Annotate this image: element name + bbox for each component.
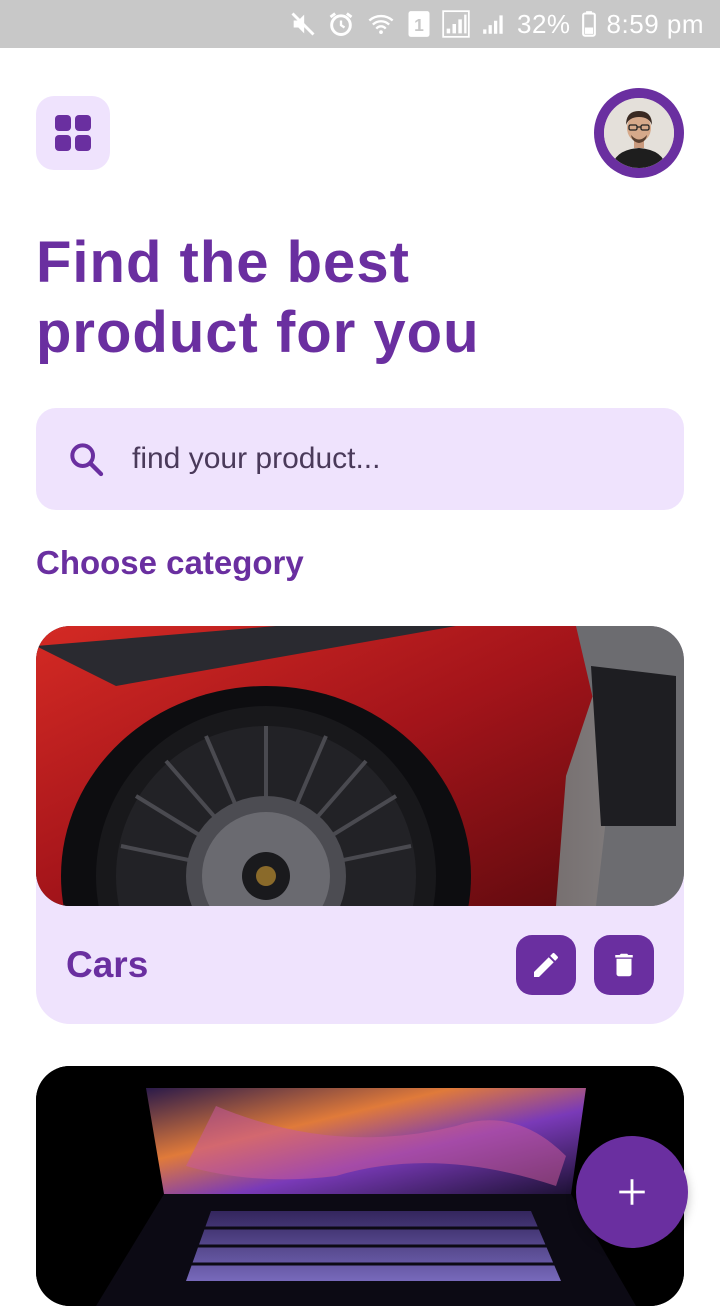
title-line-2: product for you <box>36 300 480 365</box>
delete-button[interactable] <box>594 935 654 995</box>
search-icon <box>70 443 104 477</box>
sim-icon: 1 <box>407 10 431 38</box>
battery-icon <box>581 10 597 38</box>
avatar[interactable] <box>594 88 684 178</box>
signal-icon <box>441 10 471 38</box>
card-footer: Cars <box>36 906 684 1024</box>
battery-percent: 32% <box>517 8 571 39</box>
edit-icon <box>534 952 558 977</box>
search-bar[interactable] <box>36 408 684 510</box>
sim-badge: 1 <box>414 15 424 35</box>
search-input[interactable] <box>130 441 654 477</box>
plus-icon <box>619 1179 645 1205</box>
profile-photo <box>604 98 674 168</box>
section-title: Choose category <box>36 544 304 581</box>
category-card-cars[interactable]: Cars <box>36 626 684 1024</box>
grid-icon <box>55 115 91 151</box>
page-title: Find the best product for you <box>36 228 656 368</box>
mute-icon <box>289 10 317 38</box>
card-actions <box>516 935 654 995</box>
edit-button[interactable] <box>516 935 576 995</box>
menu-button[interactable] <box>36 96 110 170</box>
delete-icon <box>615 953 633 977</box>
title-line-1: Find the best <box>36 230 410 295</box>
alarm-icon <box>327 10 355 38</box>
wifi-icon <box>365 10 397 38</box>
status-bar: 1 32% 8:59 pm <box>0 0 720 48</box>
car-wheel-photo <box>36 626 684 906</box>
signal-icon <box>481 10 507 38</box>
clock: 8:59 pm <box>606 8 704 39</box>
category-label: Cars <box>66 944 149 985</box>
add-category-button[interactable] <box>576 1136 688 1248</box>
